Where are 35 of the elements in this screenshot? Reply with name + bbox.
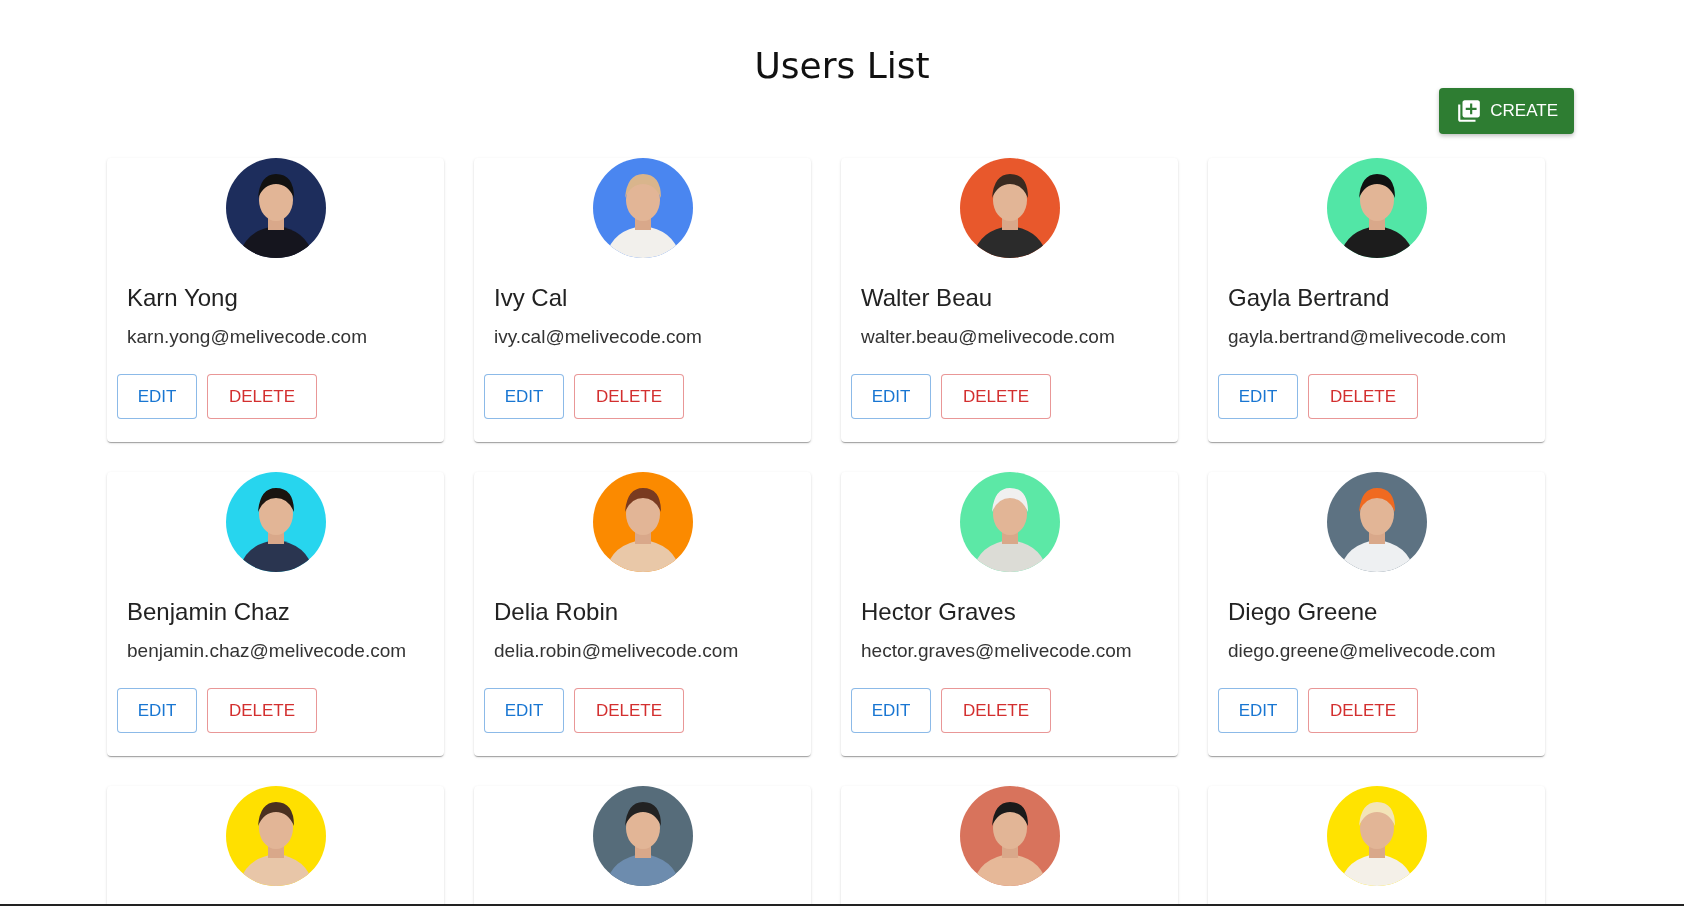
edit-button[interactable]: EDIT	[117, 374, 197, 419]
user-name: Karn Yong	[127, 284, 239, 312]
user-email: diego.greene@melivecode.com	[1228, 640, 1497, 662]
user-name: Delia Robin	[494, 598, 620, 626]
user-email: ivy.cal@melivecode.com	[494, 326, 703, 348]
user-name: Walter Beau	[861, 284, 994, 312]
page-title: Users List	[754, 45, 930, 86]
user-name: Benjamin Chaz	[127, 598, 291, 626]
edit-button[interactable]: EDIT	[851, 374, 931, 419]
user-email: karn.yong@melivecode.com	[127, 326, 368, 348]
user-name: Gayla Bertrand	[1228, 284, 1391, 312]
user-name: Hector Graves	[861, 598, 1017, 626]
delete-button[interactable]: DELETE	[574, 688, 684, 733]
user-email: hector.graves@melivecode.com	[861, 640, 1133, 662]
edit-button[interactable]: EDIT	[1218, 374, 1298, 419]
delete-button[interactable]: DELETE	[1308, 374, 1418, 419]
delete-button[interactable]: DELETE	[941, 688, 1051, 733]
delete-button[interactable]: DELETE	[574, 374, 684, 419]
user-name: Diego Greene	[1228, 598, 1379, 626]
edit-button[interactable]: EDIT	[1218, 688, 1298, 733]
edit-button[interactable]: EDIT	[484, 374, 564, 419]
user-email: walter.beau@melivecode.com	[861, 326, 1116, 348]
delete-button[interactable]: DELETE	[941, 374, 1051, 419]
edit-button[interactable]: EDIT	[117, 688, 197, 733]
delete-button[interactable]: DELETE	[207, 688, 317, 733]
user-email: benjamin.chaz@melivecode.com	[127, 640, 408, 662]
add-icon	[1456, 98, 1483, 124]
edit-button[interactable]: EDIT	[851, 688, 931, 733]
user-email: delia.robin@melivecode.com	[494, 640, 740, 662]
delete-button[interactable]: DELETE	[1308, 688, 1418, 733]
delete-button[interactable]: DELETE	[207, 374, 317, 419]
edit-button[interactable]: EDIT	[484, 688, 564, 733]
user-email: gayla.bertrand@melivecode.com	[1228, 326, 1508, 348]
create-button[interactable]: CREATE	[1439, 88, 1574, 134]
user-name: Ivy Cal	[494, 284, 569, 312]
